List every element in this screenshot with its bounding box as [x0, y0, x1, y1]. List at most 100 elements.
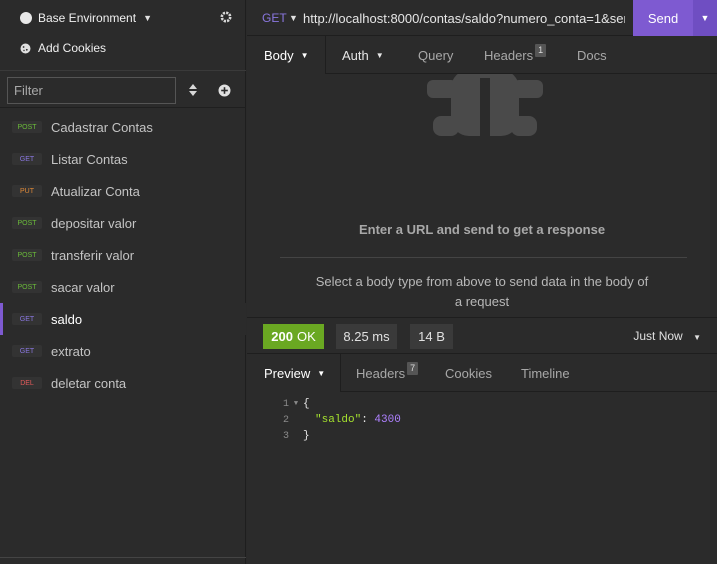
- environment-dot-icon: [20, 12, 32, 24]
- request-item-transferir-valor[interactable]: POST transferir valor: [0, 239, 246, 271]
- request-name: deletar conta: [51, 375, 127, 391]
- environment-label: Base Environment: [38, 11, 137, 25]
- history-label: Just Now: [633, 329, 683, 343]
- code-line: 1 ▼ {: [247, 396, 717, 412]
- json-value: 4300: [374, 414, 401, 426]
- gear-icon[interactable]: [219, 10, 233, 24]
- method-badge: POST: [12, 249, 42, 261]
- request-name: Atualizar Conta: [51, 183, 140, 199]
- tab-cookies[interactable]: Cookies: [445, 354, 492, 392]
- enter-url-message: Enter a URL and send to get a response: [358, 222, 606, 237]
- tab-headers-label: Headers: [484, 47, 534, 63]
- method-selector[interactable]: GET: [262, 11, 287, 25]
- filter-input[interactable]: [7, 77, 176, 104]
- request-name: extrato: [51, 343, 91, 359]
- chevron-down-icon: ▼: [693, 333, 701, 342]
- code-text: {: [303, 398, 310, 410]
- tab-response-headers[interactable]: Headers 7: [356, 354, 419, 392]
- method-badge: GET: [12, 345, 42, 357]
- method-badge: DEL: [12, 377, 42, 389]
- method-badge: GET: [12, 153, 42, 165]
- tab-docs-label: Docs: [577, 47, 607, 63]
- tab-timeline[interactable]: Timeline: [521, 354, 570, 392]
- code-text: }: [303, 430, 310, 442]
- chevron-down-icon: ▼: [143, 13, 152, 23]
- line-number: 2: [282, 414, 289, 426]
- line-number: 3: [282, 430, 289, 442]
- tab-query-label: Query: [418, 47, 454, 63]
- response-status-bar: 200 OK 8.25 ms 14 B Just Now ▼: [247, 317, 717, 354]
- method-badge: GET: [12, 313, 42, 325]
- chevron-down-icon: ▼: [317, 368, 326, 378]
- request-item-deletar-conta[interactable]: DEL deletar conta: [0, 367, 246, 399]
- method-badge: POST: [12, 217, 42, 229]
- tab-headers[interactable]: Headers 1: [484, 36, 547, 74]
- add-circle-icon[interactable]: [218, 84, 231, 97]
- tab-body[interactable]: Body ▼: [247, 36, 326, 74]
- response-body-viewer[interactable]: 1 ▼ { 2 "saldo": 4300 3 }: [247, 392, 717, 564]
- request-item-extrato[interactable]: GET extrato: [0, 335, 246, 367]
- code-text: "saldo": 4300: [303, 414, 401, 426]
- json-key: "saldo": [315, 414, 362, 426]
- add-cookies-label: Add Cookies: [38, 41, 107, 55]
- status-text: OK: [296, 329, 316, 344]
- send-options-chevron-icon[interactable]: ▼: [693, 0, 717, 36]
- chevron-down-icon[interactable]: ▼: [289, 13, 298, 23]
- response-headers-count-badge: 7: [407, 361, 419, 375]
- status-code: 200: [271, 329, 293, 344]
- request-name: depositar valor: [51, 215, 137, 231]
- chevron-down-icon: ▼: [375, 50, 384, 60]
- headers-count-badge: 1: [535, 43, 547, 57]
- request-tabs: Body ▼ Auth ▼ Query Headers 1 Docs: [247, 36, 717, 74]
- request-item-atualizar-conta[interactable]: PUT Atualizar Conta: [0, 175, 246, 207]
- request-name: Listar Contas: [51, 151, 128, 167]
- request-name: sacar valor: [51, 279, 115, 295]
- select-body-hint: Select a body type from above to send da…: [307, 272, 657, 312]
- history-dropdown[interactable]: Just Now ▼: [633, 329, 701, 343]
- cookie-icon: [20, 43, 31, 53]
- select-body-hint-line2: a request: [454, 294, 510, 309]
- method-badge: PUT: [12, 185, 42, 197]
- sidebar: Base Environment ▼ Add Cookies POST Cada…: [0, 0, 246, 564]
- tab-preview-label: Preview: [264, 365, 311, 381]
- tab-auth-label: Auth: [342, 47, 369, 63]
- tab-body-label: Body: [264, 47, 294, 63]
- line-number: 1: [282, 398, 289, 410]
- filter-bar: [0, 70, 246, 108]
- tab-response-headers-label: Headers: [356, 365, 406, 381]
- send-button[interactable]: Send: [633, 0, 693, 36]
- add-cookies-button[interactable]: Add Cookies: [0, 36, 246, 60]
- response-time: 8.25 ms: [336, 324, 397, 349]
- code-line: 3 }: [247, 428, 717, 444]
- response-tabs: Preview ▼ Headers 7 Cookies Timeline: [247, 354, 717, 392]
- code-line: 2 "saldo": 4300: [247, 412, 717, 428]
- request-name: transferir valor: [51, 247, 135, 263]
- method-badge: POST: [12, 121, 42, 133]
- url-bar: GET ▼ Send ▼: [247, 0, 717, 36]
- tab-timeline-label: Timeline: [521, 365, 570, 381]
- tab-docs[interactable]: Docs: [577, 36, 607, 74]
- request-item-cadastrar-contas[interactable]: POST Cadastrar Contas: [0, 111, 246, 143]
- request-body-panel: Enter a URL and send to get a response S…: [247, 74, 717, 317]
- sort-icon[interactable]: [187, 83, 199, 97]
- divider: [280, 257, 687, 258]
- url-input[interactable]: [303, 9, 625, 27]
- chevron-down-icon: ▼: [300, 50, 309, 60]
- tab-auth[interactable]: Auth ▼: [342, 36, 384, 74]
- insomnia-mascot-icon: [427, 74, 543, 136]
- request-item-sacar-valor[interactable]: POST sacar valor: [0, 271, 246, 303]
- tab-preview[interactable]: Preview ▼: [247, 354, 341, 392]
- select-body-hint-line1: Select a body type from above to send da…: [315, 274, 649, 289]
- request-item-depositar-valor[interactable]: POST depositar valor: [0, 207, 246, 239]
- method-badge: POST: [12, 281, 42, 293]
- request-name: Cadastrar Contas: [51, 119, 153, 135]
- tab-cookies-label: Cookies: [445, 365, 492, 381]
- status-badge: 200 OK: [263, 324, 324, 349]
- request-item-saldo[interactable]: GET saldo: [0, 303, 246, 335]
- request-item-listar-contas[interactable]: GET Listar Contas: [0, 143, 246, 175]
- json-separator: :: [361, 414, 375, 426]
- fold-arrow-icon[interactable]: ▼: [289, 400, 303, 408]
- tab-query[interactable]: Query: [418, 36, 453, 74]
- request-list: POST Cadastrar Contas GET Listar Contas …: [0, 111, 246, 399]
- environment-selector[interactable]: Base Environment ▼: [0, 0, 246, 36]
